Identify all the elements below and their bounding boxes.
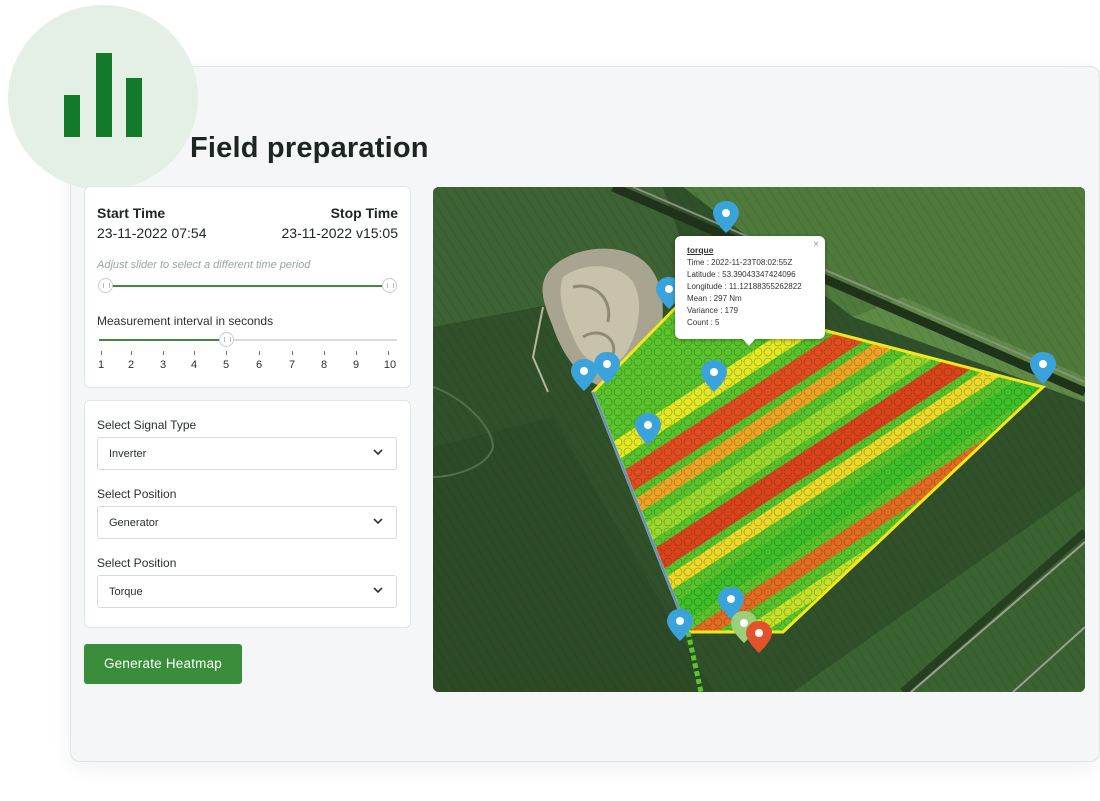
interval-tick-label: 10 <box>383 359 397 371</box>
interval-tick <box>131 351 132 355</box>
stop-time-label: Stop Time <box>330 205 398 221</box>
start-time-label: Start Time <box>97 205 166 221</box>
chevron-down-icon <box>373 587 383 594</box>
popup-variance: Variance : 179 <box>687 306 738 315</box>
interval-tick-label: 7 <box>288 359 296 371</box>
position-select[interactable]: Generator <box>97 506 397 539</box>
popup-count: Count : 5 <box>687 318 720 327</box>
time-panel: Start Time 23-11-2022 07:54 Stop Time 23… <box>84 186 411 388</box>
interval-tick-label: 5 <box>222 359 230 371</box>
interval-tick <box>292 351 293 355</box>
interval-tick <box>194 351 195 355</box>
popup-time: Time : 2022-11-23T08:02:55Z <box>687 258 793 267</box>
page-title: Field preparation <box>190 132 429 164</box>
measure-label: Select Position <box>97 556 177 570</box>
interval-tick-label: 8 <box>320 359 328 371</box>
interval-tick-label: 3 <box>159 359 167 371</box>
generate-heatmap-button[interactable]: Generate Heatmap <box>84 644 242 684</box>
interval-tick <box>101 351 102 355</box>
interval-tick <box>388 351 389 355</box>
filter-panel: Select Signal Type Inverter Select Posit… <box>84 400 411 628</box>
time-range-start-handle[interactable] <box>98 278 113 293</box>
stop-time-value: 23-11-2022 v15:05 <box>281 225 399 241</box>
interval-tick <box>226 351 227 355</box>
close-icon[interactable]: × <box>813 239 819 250</box>
chevron-down-icon <box>373 449 383 456</box>
time-range-end-handle[interactable] <box>382 278 397 293</box>
time-range-track[interactable] <box>105 285 389 287</box>
popup-longitude: Longitude : 11.12188355262822 <box>687 282 802 291</box>
slider-hint: Adjust slider to select a different time… <box>97 259 311 271</box>
measure-value: Torque <box>109 586 143 598</box>
signal-type-label: Select Signal Type <box>97 418 197 432</box>
measure-select[interactable]: Torque <box>97 575 397 608</box>
interval-track-remaining[interactable] <box>227 339 397 341</box>
interval-tick <box>324 351 325 355</box>
interval-tick-label: 2 <box>127 359 135 371</box>
position-value: Generator <box>109 517 159 529</box>
interval-track-filled[interactable] <box>99 339 227 341</box>
popup-pointer <box>742 338 756 346</box>
signal-type-value: Inverter <box>109 448 147 460</box>
interval-tick <box>259 351 260 355</box>
chevron-down-icon <box>373 518 383 525</box>
interval-tick-label: 4 <box>190 359 198 371</box>
brand-badge <box>8 5 198 190</box>
popup-title: torque <box>687 245 714 255</box>
interval-tick-label: 9 <box>352 359 360 371</box>
interval-tick-label: 6 <box>255 359 263 371</box>
position-label: Select Position <box>97 487 177 501</box>
data-popup: × torque Time : 2022-11-23T08:02:55Z Lat… <box>675 236 825 339</box>
interval-tick-label: 1 <box>97 359 105 371</box>
interval-label: Measurement interval in seconds <box>97 314 274 328</box>
popup-latitude: Latitude : 53.39043347424096 <box>687 270 796 279</box>
interval-tick <box>356 351 357 355</box>
start-time-value: 23-11-2022 07:54 <box>97 225 207 241</box>
popup-mean: Mean : 297 Nm <box>687 294 742 303</box>
signal-type-select[interactable]: Inverter <box>97 437 397 470</box>
interval-tick <box>163 351 164 355</box>
bar-chart-icon <box>64 53 142 137</box>
interval-handle[interactable] <box>219 332 234 347</box>
